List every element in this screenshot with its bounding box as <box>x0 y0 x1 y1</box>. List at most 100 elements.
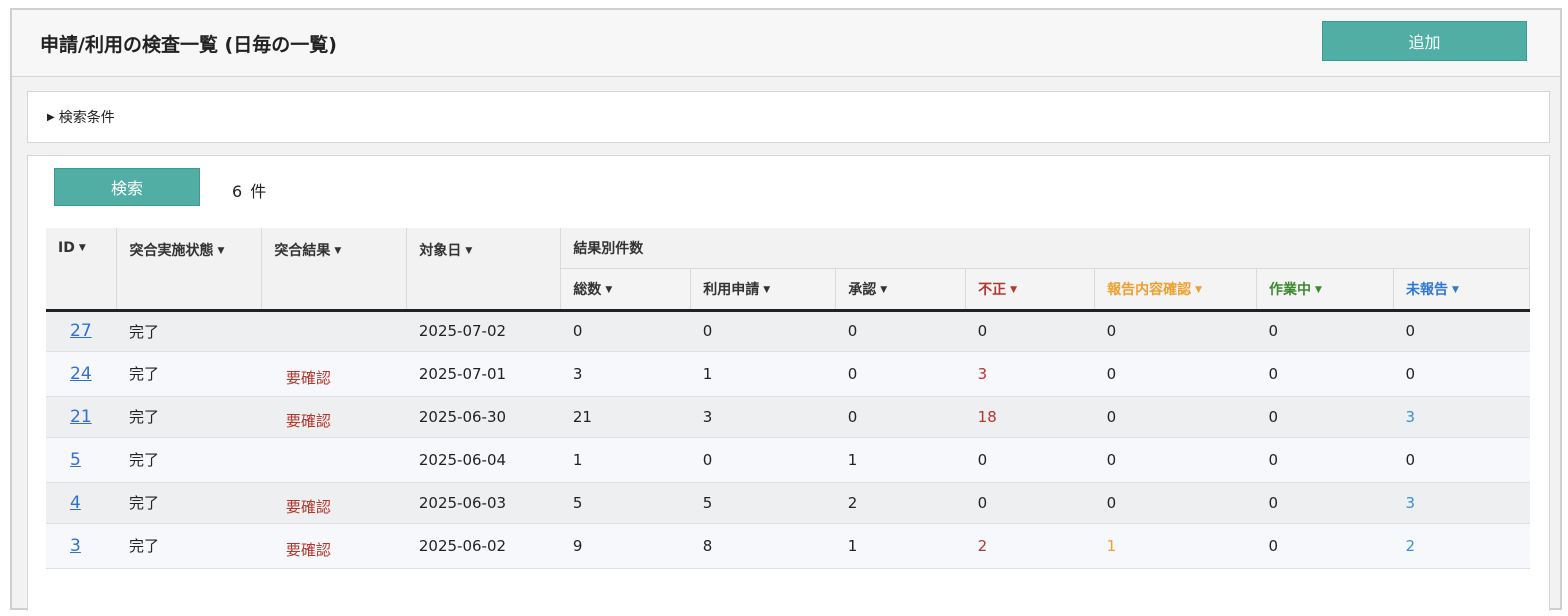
cell-apply: 5 <box>690 482 836 524</box>
cell-report-check-value: 1 <box>1106 536 1117 555</box>
cell-total: 3 <box>560 351 691 397</box>
cell-fraud-value: 0 <box>977 450 988 469</box>
result-count-unit: 件 <box>250 182 267 201</box>
table-row: 3 完了 要確認 2025-06-02 9 8 1 2 1 0 2 <box>46 523 1530 569</box>
cell-apply-value: 1 <box>702 364 713 383</box>
cell-date: 2025-07-02 <box>406 310 561 352</box>
cell-approve: 0 <box>835 351 966 397</box>
cell-unreported: 2 <box>1393 523 1530 569</box>
header-report-check[interactable]: 報告内容確認 ▼ <box>1094 267 1258 310</box>
header-working[interactable]: 作業中 ▼ <box>1256 267 1394 310</box>
cell-fraud: 18 <box>965 396 1095 438</box>
cell-unreported: 3 <box>1393 482 1530 524</box>
cell-report-check-value: 0 <box>1106 322 1117 340</box>
cell-working: 0 <box>1256 482 1394 524</box>
header-date[interactable]: 対象日 ▼ <box>406 228 562 310</box>
cell-total-value: 21 <box>572 407 592 426</box>
cell-unreported-value: 0 <box>1405 450 1416 469</box>
caret-down-icon: ▼ <box>1010 284 1018 295</box>
cell-result: 要確認 <box>261 396 407 438</box>
cell-id: 27 <box>46 310 117 352</box>
header-group-counts: 結果別件数 <box>560 228 1530 268</box>
cell-unreported: 0 <box>1393 351 1530 397</box>
cell-fraud-value: 0 <box>977 322 988 340</box>
main-frame: 申請/利用の検査一覧 (日毎の一覧) 追加 ▶ 検索条件 検索 6件 ID ▼ 突… <box>10 8 1562 611</box>
id-link[interactable]: 4 <box>58 493 81 513</box>
cell-status-value: 完了 <box>128 451 159 469</box>
cell-working-value: 0 <box>1268 322 1279 340</box>
cell-status: 完了 <box>116 482 262 524</box>
cell-result: 要確認 <box>261 523 407 569</box>
cell-status-value: 完了 <box>128 494 159 512</box>
cell-working: 0 <box>1256 310 1394 352</box>
cell-result-value: 要確認 <box>285 369 331 387</box>
cell-fraud: 0 <box>965 437 1095 483</box>
caret-down-icon: ▼ <box>78 243 86 253</box>
cell-report-check-value: 0 <box>1106 364 1117 383</box>
cell-working: 0 <box>1256 351 1394 397</box>
search-conditions-panel: ▶ 検索条件 <box>27 91 1550 143</box>
add-button[interactable]: 追加 <box>1322 21 1527 61</box>
cell-fraud: 3 <box>965 351 1095 397</box>
cell-report-check-value: 0 <box>1106 493 1117 512</box>
id-link[interactable]: 27 <box>58 321 92 341</box>
cell-unreported: 0 <box>1393 310 1530 352</box>
cell-unreported-value: 3 <box>1405 407 1416 426</box>
header-status[interactable]: 突合実施状態 ▼ <box>116 228 263 310</box>
header-unreported[interactable]: 未報告 ▼ <box>1393 267 1531 310</box>
id-link[interactable]: 24 <box>58 364 92 384</box>
search-button[interactable]: 検索 <box>54 168 200 206</box>
header-approve[interactable]: 承認 ▼ <box>835 267 967 310</box>
cell-id: 3 <box>46 523 117 569</box>
caret-down-icon: ▼ <box>334 246 342 256</box>
cell-result: 要確認 <box>261 482 407 524</box>
cell-report-check: 0 <box>1094 437 1257 483</box>
cell-approve-value: 0 <box>847 364 858 383</box>
header-total[interactable]: 総数 ▼ <box>560 267 692 310</box>
cell-date-value: 2025-07-02 <box>418 322 507 340</box>
page-title: 申請/利用の検査一覧 (日毎の一覧) <box>40 34 337 56</box>
header-fraud[interactable]: 不正 ▼ <box>965 267 1096 310</box>
cell-apply: 3 <box>690 396 836 438</box>
cell-date: 2025-06-02 <box>406 523 561 569</box>
cell-date-value: 2025-07-01 <box>418 364 507 383</box>
cell-date-value: 2025-06-03 <box>418 493 507 512</box>
cell-total: 21 <box>560 396 691 438</box>
header-apply[interactable]: 利用申請 ▼ <box>690 267 837 310</box>
caret-down-icon: ▼ <box>763 284 771 295</box>
cell-apply-value: 3 <box>702 407 713 426</box>
results-panel: 検索 6件 ID ▼ 突合実施状態 ▼ 突合結果 ▼ 対象日 ▼ 結果別件数 総数 ▼ <box>27 155 1550 611</box>
header-result[interactable]: 突合結果 ▼ <box>261 228 408 310</box>
id-link[interactable]: 5 <box>58 450 81 470</box>
search-conditions-toggle[interactable]: ▶ 検索条件 <box>47 107 115 127</box>
cell-total-value: 5 <box>572 493 583 512</box>
cell-approve-value: 1 <box>847 450 858 469</box>
cell-working: 0 <box>1256 523 1394 569</box>
cell-date-value: 2025-06-30 <box>418 407 507 426</box>
cell-fraud: 0 <box>965 310 1095 352</box>
cell-fraud-value: 0 <box>977 493 988 512</box>
result-count: 6件 <box>232 178 274 202</box>
id-link[interactable]: 21 <box>58 407 92 427</box>
cell-date: 2025-06-30 <box>406 396 561 438</box>
cell-fraud-value: 3 <box>977 364 988 383</box>
cell-apply: 0 <box>690 310 836 352</box>
cell-id: 24 <box>46 351 117 397</box>
cell-result-value: 要確認 <box>285 412 331 430</box>
caret-down-icon: ▼ <box>217 246 225 256</box>
table-row: 5 完了 2025-06-04 1 0 1 0 0 0 0 <box>46 437 1530 483</box>
cell-working-value: 0 <box>1268 407 1279 426</box>
id-link[interactable]: 3 <box>58 536 81 556</box>
cell-working-value: 0 <box>1268 364 1279 383</box>
cell-status-value: 完了 <box>128 365 159 383</box>
cell-apply-value: 8 <box>702 536 713 555</box>
cell-id: 5 <box>46 437 117 483</box>
header-id[interactable]: ID ▼ <box>46 228 118 310</box>
cell-report-check: 0 <box>1094 310 1257 352</box>
cell-unreported-value: 0 <box>1405 322 1416 340</box>
cell-status-value: 完了 <box>128 537 159 555</box>
cell-apply: 1 <box>690 351 836 397</box>
cell-fraud-value: 18 <box>977 407 997 426</box>
table-row: 4 完了 要確認 2025-06-03 5 5 2 0 0 0 3 <box>46 482 1530 524</box>
cell-report-check-value: 0 <box>1106 450 1117 469</box>
